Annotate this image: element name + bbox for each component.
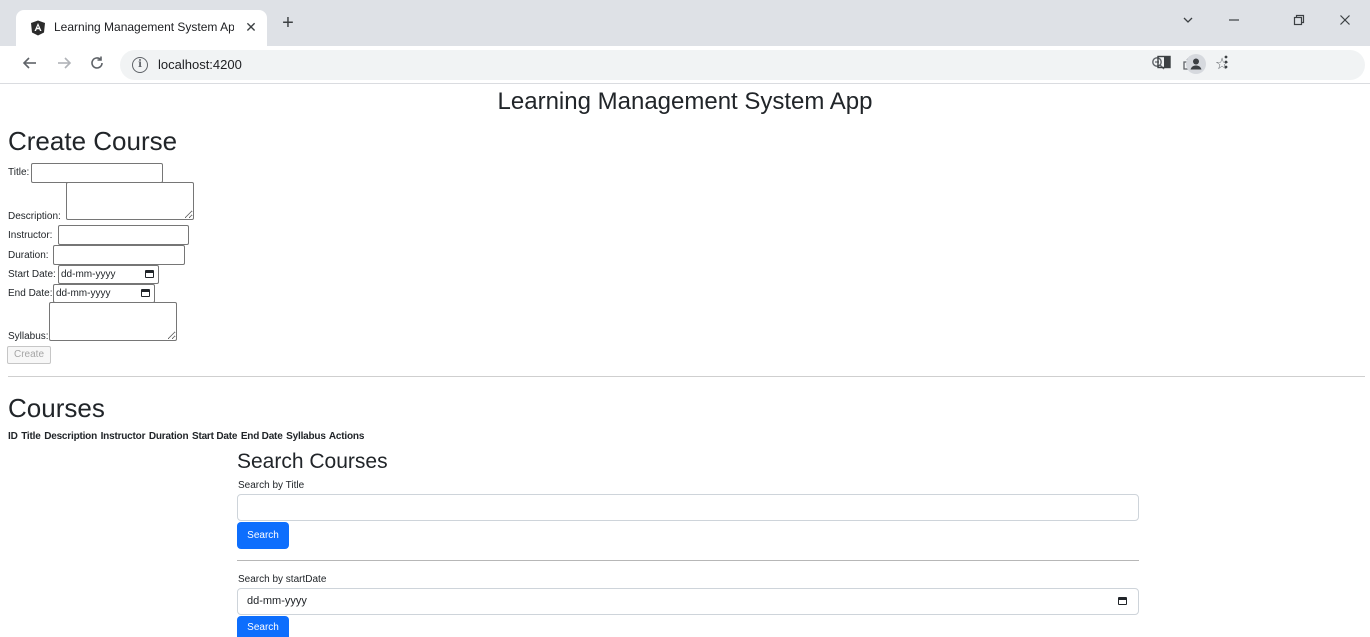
profile-icon[interactable] (1185, 54, 1207, 76)
minimize-icon[interactable] (1222, 10, 1246, 34)
browser-toolbar: i localhost:4200 ☆ (0, 46, 1370, 84)
info-icon[interactable]: i (132, 57, 148, 73)
search-title-button[interactable]: Search (237, 522, 289, 549)
search-date-placeholder: dd-mm-yyyy (247, 595, 307, 607)
end-date-field[interactable]: dd-mm-yyyy (53, 284, 155, 303)
col-header-actions: Actions (328, 431, 365, 442)
angular-icon (31, 20, 45, 36)
tab-title: Learning Management System App (54, 20, 234, 34)
close-icon[interactable] (1333, 10, 1357, 34)
col-header-description: Description (44, 431, 97, 442)
new-tab-button[interactable]: + (278, 13, 298, 34)
syllabus-label: Syllabus: (8, 331, 49, 342)
search-date-label: Search by startDate (238, 574, 327, 585)
forward-icon[interactable] (52, 53, 76, 77)
instructor-label: Instructor: (8, 230, 53, 241)
create-button[interactable]: Create (7, 346, 51, 364)
restore-icon[interactable] (1287, 10, 1311, 34)
chevron-down-icon[interactable] (1176, 10, 1200, 34)
end-date-label: End Date: (8, 288, 53, 299)
browser-tabstrip: Learning Management System App ✕ + (0, 0, 1370, 46)
description-label: Description: (8, 211, 61, 222)
col-header-instructor: Instructor (100, 431, 146, 442)
side-panel-icon[interactable] (1153, 54, 1175, 76)
title-label: Title: (8, 167, 30, 178)
divider (8, 376, 1365, 377)
browser-tab[interactable]: Learning Management System App ✕ (16, 10, 267, 46)
url-text: localhost:4200 (158, 57, 242, 72)
search-title-label: Search by Title (238, 480, 305, 491)
duration-label: Duration: (8, 250, 49, 261)
kebab-menu-icon[interactable] (1215, 54, 1237, 76)
app-title: Learning Management System App (497, 88, 873, 115)
start-date-placeholder: dd-mm-yyyy (61, 269, 116, 280)
search-title-input[interactable] (237, 494, 1139, 521)
courses-table-header: ID Title Description Instructor Duration… (8, 431, 365, 442)
col-header-title: Title (21, 431, 41, 442)
search-courses-heading: Search Courses (237, 450, 388, 473)
col-header-duration: Duration (148, 431, 189, 442)
calendar-icon[interactable] (1118, 597, 1127, 605)
end-date-placeholder: dd-mm-yyyy (56, 288, 111, 299)
instructor-field[interactable] (58, 225, 189, 245)
search-date-input[interactable]: dd-mm-yyyy (237, 588, 1139, 615)
col-header-end-date: End Date (240, 431, 283, 442)
start-date-field[interactable]: dd-mm-yyyy (58, 265, 159, 284)
address-bar[interactable]: i localhost:4200 ☆ (120, 50, 1365, 80)
start-date-label: Start Date: (8, 269, 56, 280)
tab-close-icon[interactable]: ✕ (242, 18, 260, 36)
col-header-start-date: Start Date (191, 431, 238, 442)
search-divider (237, 560, 1139, 561)
calendar-icon[interactable] (145, 270, 154, 278)
create-course-heading: Create Course (8, 126, 178, 156)
syllabus-textarea[interactable] (49, 302, 177, 341)
col-header-syllabus: Syllabus (286, 431, 326, 442)
col-header-id: ID (8, 431, 18, 442)
reload-icon[interactable] (85, 53, 109, 77)
search-date-button[interactable]: Search (237, 616, 289, 637)
title-field[interactable] (31, 163, 163, 183)
courses-heading: Courses (8, 393, 105, 423)
back-icon[interactable] (18, 53, 42, 77)
description-textarea[interactable] (66, 182, 194, 220)
duration-field[interactable] (53, 245, 185, 265)
calendar-icon[interactable] (141, 289, 150, 297)
